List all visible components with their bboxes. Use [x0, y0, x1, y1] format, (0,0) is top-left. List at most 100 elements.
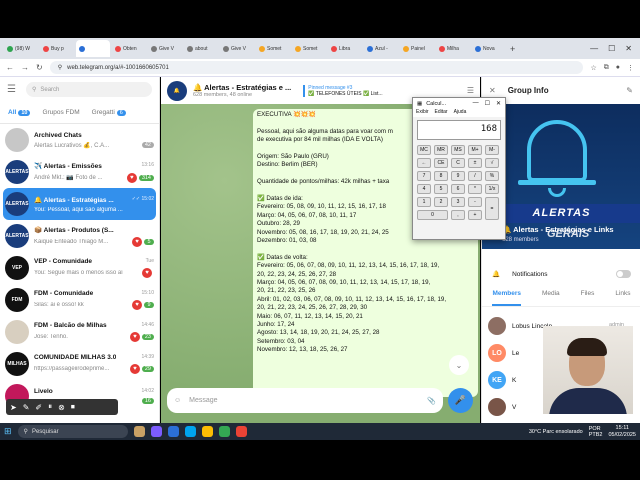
- calculator-key[interactable]: 3: [451, 197, 465, 207]
- pen-icon[interactable]: ✎: [23, 403, 30, 412]
- taskbar-app-icon[interactable]: [150, 426, 162, 437]
- attach-icon[interactable]: 📎: [427, 397, 436, 405]
- calc-minimize-icon[interactable]: —: [473, 100, 479, 107]
- browser-tab[interactable]: Obten: [112, 40, 146, 57]
- taskbar-app-icon[interactable]: [167, 426, 179, 437]
- calculator-menu-item[interactable]: Editar: [435, 109, 448, 117]
- calculator-key[interactable]: +: [468, 210, 482, 220]
- search-input[interactable]: ⚲ Search: [25, 82, 152, 97]
- chat-list-item[interactable]: FDM - Balcão de Milhas 14:46 José: Tenho. ♥…: [0, 316, 159, 348]
- taskbar-edge-icon[interactable]: [184, 426, 196, 437]
- browser-tab[interactable]: Azul -: [364, 40, 398, 57]
- calculator-key[interactable]: M-: [485, 145, 499, 155]
- calculator-key[interactable]: 0: [417, 210, 448, 220]
- browser-tab[interactable]: Nova: [472, 40, 506, 57]
- extensions-icon[interactable]: ⧉: [604, 64, 609, 72]
- calc-maximize-icon[interactable]: ☐: [485, 100, 490, 107]
- chat-list-item[interactable]: MILHAS COMUNIDADE MILHAS 3.0 14:39 https://…: [0, 348, 159, 380]
- edit-icon[interactable]: ✎: [626, 86, 633, 95]
- calculator-key[interactable]: 7: [417, 171, 431, 181]
- browser-tab[interactable]: Give V: [220, 40, 254, 57]
- language-indicator[interactable]: POR PTB2: [589, 426, 603, 438]
- member-row[interactable]: V: [488, 396, 516, 418]
- hamburger-menu-icon[interactable]: ☰: [7, 84, 16, 95]
- calculator-key[interactable]: 6: [451, 184, 465, 194]
- calculator-key[interactable]: √: [485, 158, 499, 168]
- emoji-icon[interactable]: ☺: [174, 397, 181, 404]
- taskbar-chrome-icon[interactable]: [201, 426, 213, 437]
- folder-tab[interactable]: Gregatti 6: [92, 109, 126, 116]
- calculator-key[interactable]: 2: [434, 197, 448, 207]
- browser-tab[interactable]: Give V: [148, 40, 182, 57]
- chat-list-item[interactable]: ALERTAS 📦 Alertas - Produtos (S... Kaique …: [0, 220, 159, 252]
- calculator-key[interactable]: C: [451, 158, 465, 168]
- new-tab-button[interactable]: +: [510, 44, 515, 54]
- notifications-row[interactable]: 🔔 Notifications: [482, 265, 640, 283]
- calculator-menu-item[interactable]: Exibir: [416, 109, 429, 117]
- taskbar-search[interactable]: ⚲ Pesquisar: [17, 425, 128, 438]
- calculator-key[interactable]: /: [468, 171, 482, 181]
- profile-icon[interactable]: ●: [616, 64, 620, 72]
- forward-icon[interactable]: →: [21, 63, 29, 72]
- calc-close-icon[interactable]: ✕: [496, 100, 501, 107]
- calculator-key[interactable]: M+: [468, 145, 482, 155]
- calculator-key[interactable]: =: [485, 197, 499, 220]
- highlighter-icon[interactable]: ✐: [35, 403, 42, 412]
- calculator-key[interactable]: 4: [417, 184, 431, 194]
- browser-tab[interactable]: [76, 40, 110, 57]
- chat-list-item[interactable]: ALERTAS 🔔 Alertas - Estratégias ... ✓✓ 15:…: [3, 188, 156, 220]
- cursor-icon[interactable]: ➤: [10, 403, 17, 412]
- calculator-key[interactable]: MR: [434, 145, 448, 155]
- back-icon[interactable]: ←: [6, 63, 14, 72]
- taskbar-clock[interactable]: 15:11 05/02/2025: [608, 425, 636, 438]
- calculator-key[interactable]: -: [468, 197, 482, 207]
- member-row[interactable]: KE K: [488, 369, 516, 391]
- site-info-icon[interactable]: ⚲: [58, 64, 62, 71]
- message-input[interactable]: Message: [189, 397, 419, 404]
- taskbar-app-icon[interactable]: [133, 426, 145, 437]
- browser-tab[interactable]: Somet: [292, 40, 326, 57]
- browser-tab[interactable]: Painel: [400, 40, 434, 57]
- calculator-titlebar[interactable]: ▦ Calcul... — ☐ ✕: [413, 98, 505, 109]
- group-info-tab[interactable]: Members: [492, 290, 522, 306]
- close-icon[interactable]: ✕: [625, 44, 632, 53]
- chat-avatar[interactable]: 🔔: [167, 80, 187, 101]
- pause-icon[interactable]: ⏸: [48, 402, 52, 412]
- url-input[interactable]: ⚲ web.telegram.org/a/#-1001660605701: [49, 61, 584, 74]
- folder-tab[interactable]: Grupos FDM: [42, 109, 79, 116]
- browser-tab[interactable]: Buy p: [40, 40, 74, 57]
- chat-list-item[interactable]: FDM FDM - Comunidade 15:10 Silas: ai é osso…: [0, 284, 159, 316]
- cancel-icon[interactable]: ⊗: [58, 403, 65, 412]
- calculator-key[interactable]: ←: [417, 158, 431, 168]
- calculator-key[interactable]: 9: [451, 171, 465, 181]
- stop-icon[interactable]: ⏹: [71, 402, 75, 412]
- microphone-button[interactable]: 🎤: [448, 388, 473, 413]
- calculator-key[interactable]: 1/x: [485, 184, 499, 194]
- calculator-key[interactable]: 8: [434, 171, 448, 181]
- group-info-tab[interactable]: Files: [581, 290, 595, 306]
- calculator-key[interactable]: *: [468, 184, 482, 194]
- calculator-key[interactable]: 5: [434, 184, 448, 194]
- menu-kebab-icon[interactable]: ⋮: [627, 64, 634, 72]
- calculator-key[interactable]: ,: [451, 210, 465, 220]
- pinned-list-icon[interactable]: ☰: [467, 86, 474, 95]
- calculator-key[interactable]: %: [485, 171, 499, 181]
- calculator-key[interactable]: MS: [451, 145, 465, 155]
- maximize-icon[interactable]: ☐: [608, 44, 615, 53]
- chat-list-item[interactable]: ALERTAS ✈️ Alertas - Emissões 13:16 André M…: [0, 156, 159, 188]
- reload-icon[interactable]: ↻: [36, 63, 43, 72]
- calculator-menu-item[interactable]: Ajuda: [454, 109, 467, 117]
- calculator-key[interactable]: MC: [417, 145, 431, 155]
- member-row[interactable]: LO Le: [488, 342, 519, 364]
- chat-list-item[interactable]: VEP VEP - Comunidade Tue You: Segue mais o …: [0, 252, 159, 284]
- folder-tab[interactable]: All 10: [8, 109, 31, 116]
- bookmark-star-icon[interactable]: ☆: [590, 64, 596, 72]
- browser-tab[interactable]: (98) W: [4, 40, 38, 57]
- chat-title-block[interactable]: 🔔 Alertas - Estratégias e ... 628 member…: [193, 83, 291, 98]
- close-panel-icon[interactable]: ✕: [489, 86, 496, 95]
- calculator-key[interactable]: CE: [434, 158, 448, 168]
- browser-tab[interactable]: about: [184, 40, 218, 57]
- group-info-tab[interactable]: Media: [542, 290, 560, 306]
- taskbar-chrome-icon[interactable]: [218, 426, 230, 437]
- browser-tab[interactable]: Milha: [436, 40, 470, 57]
